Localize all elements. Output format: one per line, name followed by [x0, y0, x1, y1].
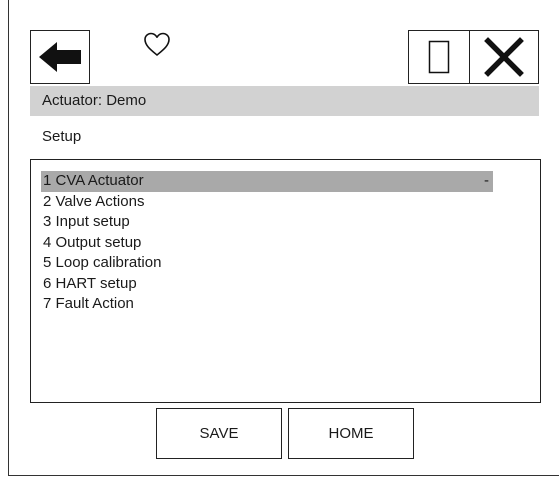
window-button[interactable]: [408, 30, 470, 84]
menu-item-hart-setup[interactable]: 6 HART setup: [41, 274, 493, 295]
menu-item-valve-actions[interactable]: 2 Valve Actions: [41, 192, 493, 213]
menu-item-label: 2 Valve Actions: [43, 192, 145, 210]
menu-item-label: 7 Fault Action: [43, 295, 134, 312]
favorite-button[interactable]: [139, 27, 175, 61]
menu-item-input-setup[interactable]: 3 Input setup: [41, 212, 493, 233]
menu-item-label: 1 CVA Actuator: [43, 172, 144, 189]
menu-item-cva-actuator[interactable]: 1 CVA Actuator -: [41, 171, 493, 192]
menu-item-label: 5 Loop calibration: [43, 254, 162, 271]
menu-list: 1 CVA Actuator - 2 Valve Actions 3 Input…: [41, 171, 493, 315]
home-button[interactable]: HOME: [288, 408, 414, 459]
heart-outline-icon: [144, 32, 170, 56]
menu-item-fault-action[interactable]: 7 Fault Action: [41, 294, 493, 315]
save-button[interactable]: SAVE: [156, 408, 282, 459]
menu-item-label: 4 Output setup: [43, 233, 142, 251]
menu-item-value: -: [484, 172, 489, 189]
menu-item-output-setup[interactable]: 4 Output setup: [41, 233, 493, 254]
back-button[interactable]: [30, 30, 90, 84]
close-button[interactable]: [469, 30, 539, 84]
window-rectangle-icon: [428, 40, 450, 74]
menu-list-box: 1 CVA Actuator - 2 Valve Actions 3 Input…: [30, 159, 541, 403]
menu-item-label: 3 Input setup: [43, 213, 130, 230]
menu-item-label: 6 HART setup: [43, 274, 137, 292]
menu-item-loop-calibration[interactable]: 5 Loop calibration: [41, 253, 493, 274]
device-title-bar: Actuator: Demo: [30, 86, 539, 116]
section-label: Setup: [42, 128, 82, 145]
back-arrow-icon: [39, 42, 81, 72]
close-x-icon: [484, 37, 524, 77]
